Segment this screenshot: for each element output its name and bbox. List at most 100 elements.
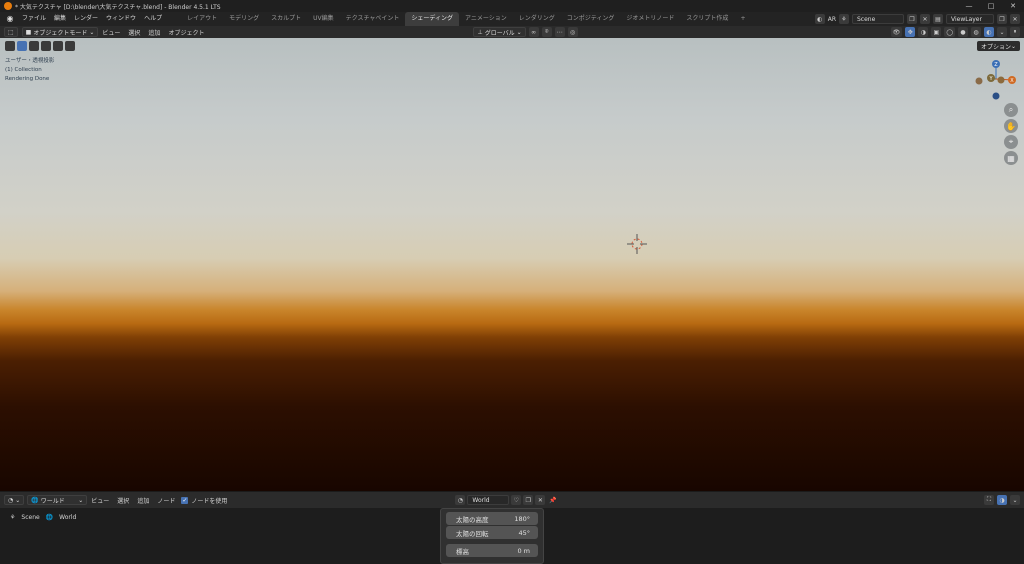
- options-dropdown[interactable]: オプション ⌄: [976, 41, 1020, 51]
- navigation-gizmo[interactable]: Z X Y: [974, 59, 1020, 103]
- shader-type-dropdown[interactable]: 🌐 ワールド ⌄: [27, 495, 88, 505]
- xray-icon[interactable]: ▣: [931, 27, 942, 37]
- visibility-icon[interactable]: 👁: [890, 27, 903, 37]
- chevron-down-icon[interactable]: ⌄: [1010, 495, 1020, 505]
- chevron-down-icon: ⌄: [1010, 42, 1016, 50]
- select-box-new-icon[interactable]: [17, 41, 27, 51]
- new-scene-icon[interactable]: ❐: [907, 14, 917, 24]
- add-workspace-button[interactable]: +: [734, 12, 751, 26]
- delete-view-layer-icon[interactable]: ✕: [1010, 14, 1020, 24]
- tab-rendering[interactable]: レンダリング: [513, 12, 561, 26]
- scene-icon[interactable]: ⚘: [839, 14, 849, 24]
- tab-animation[interactable]: アニメーション: [459, 12, 513, 26]
- neg-x-axis-handle[interactable]: [997, 76, 1005, 84]
- view-layer-field[interactable]: ViewLayer: [946, 14, 994, 24]
- shading-options-icon[interactable]: ⌄: [997, 27, 1007, 37]
- pin-icon[interactable]: 📌: [547, 495, 558, 505]
- node-editor-canvas[interactable]: ⚘ Scene 🌐 World 太陽の高度 180° 太陽の回転 45° 標高 …: [0, 508, 1024, 564]
- pivot-icon[interactable]: ∞: [528, 27, 539, 37]
- menu-file[interactable]: ファイル: [18, 12, 50, 26]
- 3d-viewport[interactable]: ⬚ ■ オブジェクトモード ⌄ ビュー 選択 追加 オブジェクト ⊥ グローバル…: [0, 26, 1024, 491]
- delete-scene-icon[interactable]: ✕: [920, 14, 930, 24]
- minimize-button[interactable]: —: [958, 0, 980, 12]
- snap-target-icon[interactable]: ⋯: [554, 27, 565, 37]
- collection-label: (1) Collection: [5, 67, 42, 73]
- node-menu-select[interactable]: 選択: [113, 496, 133, 505]
- perspective-toggle-icon[interactable]: ▦: [1004, 151, 1018, 165]
- editor-type-dropdown[interactable]: ⬚: [4, 27, 18, 37]
- object-mode-dropdown[interactable]: ■ オブジェクトモード ⌄: [21, 27, 99, 37]
- wireframe-shading-icon[interactable]: ◯: [944, 27, 955, 37]
- chevron-down-icon: ⌄: [15, 496, 21, 504]
- sky-texture-node[interactable]: 太陽の高度 180° 太陽の回転 45° 標高 0 m: [440, 508, 544, 564]
- topbar-right: ◐ AR ⚘ Scene ❐ ✕ ▤ ViewLayer ❐ ✕: [814, 13, 1020, 25]
- render-engine-icon[interactable]: ◐: [814, 14, 825, 24]
- tab-sculpt[interactable]: スカルプト: [265, 12, 307, 26]
- new-world-icon[interactable]: ❐: [523, 495, 534, 505]
- select-box-intersect-icon[interactable]: [65, 41, 75, 51]
- view-layer-icon[interactable]: ▤: [933, 14, 943, 24]
- sun-rotation-field[interactable]: 太陽の回転 45°: [446, 526, 538, 539]
- rendered-shading-icon[interactable]: ◐: [984, 27, 994, 37]
- world-name-field[interactable]: World: [467, 495, 510, 505]
- fake-user-icon[interactable]: ♡: [511, 495, 522, 505]
- close-button[interactable]: ✕: [1002, 0, 1024, 12]
- blender-menu-icon[interactable]: ◉: [4, 14, 16, 24]
- use-nodes-checkbox[interactable]: ✓: [181, 496, 189, 504]
- tab-compositing[interactable]: コンポジティング: [561, 12, 621, 26]
- viewport-menu-select[interactable]: 選択: [124, 28, 144, 37]
- select-tool-icon[interactable]: [5, 41, 15, 51]
- node-menu-add[interactable]: 追加: [133, 496, 153, 505]
- viewport-shading-group: 👁 ✥ ◑ ▣ ◯ ● ◍ ◐ ⌄ ⏸: [890, 27, 1020, 37]
- neg-y-axis-handle[interactable]: [975, 77, 983, 85]
- gizmo-toggle-icon[interactable]: ✥: [905, 27, 916, 37]
- view-perspective-label: ユーザー・透視投影: [5, 58, 55, 64]
- 3d-cursor-icon[interactable]: [627, 234, 647, 254]
- world-browse-icon[interactable]: ◔: [455, 495, 466, 505]
- zoom-icon[interactable]: ⌕: [1004, 103, 1018, 117]
- menu-window[interactable]: ウィンドウ: [102, 12, 140, 26]
- viewport-menu-view[interactable]: ビュー: [98, 28, 124, 37]
- tab-layout[interactable]: レイアウト: [181, 12, 223, 26]
- menu-edit[interactable]: 編集: [50, 12, 70, 26]
- viewport-menu-add[interactable]: 追加: [144, 28, 164, 37]
- tab-texture-paint[interactable]: テクスチャペイント: [340, 12, 406, 26]
- scene-field[interactable]: Scene: [852, 14, 904, 24]
- pan-hand-icon[interactable]: ✋: [1004, 119, 1018, 133]
- axis-icon: ⊥: [477, 28, 483, 36]
- unlink-world-icon[interactable]: ✕: [535, 495, 546, 505]
- node-editor-type-dropdown[interactable]: ◔ ⌄: [4, 495, 25, 505]
- snap-icon[interactable]: ⌾: [541, 27, 552, 37]
- sun-elevation-field[interactable]: 太陽の高度 180°: [446, 512, 538, 525]
- node-editor-right-controls: ⛶ ◑ ⌄: [984, 495, 1020, 505]
- backdrop-icon[interactable]: ◑: [997, 495, 1007, 505]
- maximize-button[interactable]: □: [980, 0, 1002, 12]
- select-box-extend-icon[interactable]: [29, 41, 39, 51]
- node-menu-node[interactable]: ノード: [153, 496, 179, 505]
- proportional-edit-icon[interactable]: ◎: [567, 27, 578, 37]
- tab-scripting[interactable]: スクリプト作成: [680, 12, 734, 26]
- workspace-tabs: レイアウト モデリング スカルプト UV編集 テクスチャペイント シェーディング…: [181, 12, 751, 26]
- altitude-field[interactable]: 標高 0 m: [446, 544, 538, 557]
- node-editor-header: ◔ ⌄ 🌐 ワールド ⌄ ビュー 選択 追加 ノード ✓ ノードを使用 ◔ Wo…: [0, 491, 1024, 508]
- camera-view-icon[interactable]: ⌖: [1004, 135, 1018, 149]
- menu-render[interactable]: レンダー: [70, 12, 102, 26]
- overlay-toggle-icon[interactable]: ◑: [918, 27, 929, 37]
- material-shading-icon[interactable]: ◍: [971, 27, 981, 37]
- menu-help[interactable]: ヘルプ: [140, 12, 166, 26]
- node-menu-view[interactable]: ビュー: [87, 496, 113, 505]
- viewport-menu-object[interactable]: オブジェクト: [164, 28, 208, 37]
- select-box-invert-icon[interactable]: [53, 41, 63, 51]
- neg-z-axis-handle[interactable]: [992, 92, 1000, 100]
- transform-orientation-dropdown[interactable]: ⊥ グローバル ⌄: [473, 27, 526, 37]
- tab-uv-editing[interactable]: UV編集: [307, 12, 340, 26]
- use-nodes-toggle[interactable]: ✓ ノードを使用: [181, 496, 227, 505]
- solid-shading-icon[interactable]: ●: [958, 27, 968, 37]
- tab-shading[interactable]: シェーディング: [405, 12, 459, 26]
- node-overlay-icon[interactable]: ⛶: [984, 495, 994, 505]
- new-view-layer-icon[interactable]: ❐: [997, 14, 1007, 24]
- tab-modeling[interactable]: モデリング: [223, 12, 265, 26]
- sidebar-toggle-icon[interactable]: ⏸: [1010, 27, 1020, 37]
- select-box-subtract-icon[interactable]: [41, 41, 51, 51]
- tab-geometry-nodes[interactable]: ジオメトリノード: [620, 12, 680, 26]
